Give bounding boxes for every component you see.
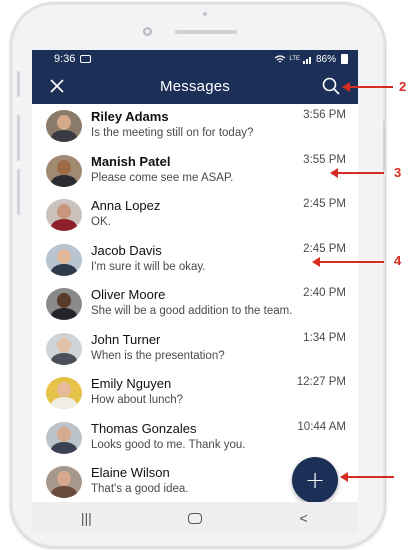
annotation-number: 3 xyxy=(394,165,402,180)
message-preview: Please come see me ASAP. xyxy=(91,171,234,184)
volume-down-button xyxy=(17,115,20,161)
earpiece-speaker xyxy=(175,30,237,34)
page-title: Messages xyxy=(160,77,230,95)
message-preview: How about lunch? xyxy=(91,394,184,406)
annotation-arrow xyxy=(340,472,394,482)
conversation-item[interactable]: Manish Patel 3:55 PM Please come see me … xyxy=(32,149,358,194)
contact-name: Anna Lopez xyxy=(91,198,161,213)
battery-percent: 86% xyxy=(315,53,336,65)
power-button xyxy=(383,121,386,171)
back-icon: < xyxy=(299,510,308,526)
volume-up-button xyxy=(17,71,20,97)
message-time: 12:27 PM xyxy=(296,376,346,388)
message-time: 3:56 PM xyxy=(303,109,346,121)
back-button[interactable]: < xyxy=(284,506,324,530)
annotation-arrow xyxy=(330,168,384,178)
message-preview: That's a good idea. xyxy=(91,483,189,495)
contact-name: John Turner xyxy=(91,331,161,347)
signal-icon xyxy=(302,56,311,64)
avatar xyxy=(46,110,82,142)
recents-icon: ||| xyxy=(80,510,92,526)
avatar xyxy=(46,199,82,231)
battery-icon xyxy=(341,54,348,64)
message-preview: She will be a good addition to the team. xyxy=(91,305,293,317)
message-time: 10:44 AM xyxy=(297,420,346,433)
app-bar: Messages xyxy=(32,68,358,104)
status-indicators: LTE 86% xyxy=(274,54,348,65)
contact-name: Riley Adams xyxy=(91,109,169,124)
status-time: 9:36 xyxy=(54,53,76,65)
screen: 9:36 LTE 86% Messages Riley Adams 3:56 P… xyxy=(32,50,358,534)
conversation-item[interactable]: Anna Lopez 2:45 PM OK. xyxy=(32,193,358,238)
conversation-item[interactable]: Emily Nguyen 12:27 PM How about lunch? xyxy=(32,371,358,416)
contact-name: Oliver Moore xyxy=(91,287,166,302)
avatar xyxy=(46,243,82,276)
annotation-arrow xyxy=(342,82,393,92)
search-icon xyxy=(322,77,340,95)
message-preview: Looks good to me. Thank you. xyxy=(91,438,246,451)
conversation-item[interactable]: Riley Adams 3:56 PM Is the meeting still… xyxy=(32,104,358,149)
avatar xyxy=(46,154,82,187)
conversation-item[interactable]: Jacob Davis 2:45 PM I'm sure it will be … xyxy=(32,238,358,283)
contact-name: Manish Patel xyxy=(91,153,171,169)
message-time: 2:40 PM xyxy=(303,287,346,299)
close-icon xyxy=(50,79,64,93)
avatar xyxy=(46,466,82,498)
message-preview: Is the meeting still on for today? xyxy=(91,127,254,139)
conversation-list: Riley Adams 3:56 PM Is the meeting still… xyxy=(32,104,358,505)
message-time: 3:55 PM xyxy=(303,153,346,166)
contact-name: Elaine Wilson xyxy=(91,465,170,480)
new-message-button[interactable]: + xyxy=(292,457,338,503)
conversation-item[interactable]: John Turner 1:34 PM When is the presenta… xyxy=(32,327,358,372)
side-button xyxy=(17,169,20,215)
avatar xyxy=(46,332,82,365)
message-preview: OK. xyxy=(91,216,111,228)
annotation-number: 2 xyxy=(399,79,407,94)
contact-name: Thomas Gonzales xyxy=(91,420,197,436)
avatar xyxy=(46,377,82,409)
conversation-item[interactable]: Oliver Moore 2:40 PM She will be a good … xyxy=(32,282,358,327)
home-icon xyxy=(187,512,202,524)
message-time: 2:45 PM xyxy=(303,242,346,255)
recents-button[interactable]: ||| xyxy=(66,506,106,530)
message-preview: When is the presentation? xyxy=(91,349,225,362)
network-label: LTE xyxy=(289,56,300,62)
avatar xyxy=(46,421,82,454)
annotation-arrow xyxy=(312,257,384,267)
system-nav-bar: ||| < xyxy=(32,502,358,534)
conversation-item[interactable]: Thomas Gonzales 10:44 AM Looks good to m… xyxy=(32,416,358,461)
avatar xyxy=(46,288,82,320)
message-notification-icon xyxy=(80,55,92,63)
contact-name: Emily Nguyen xyxy=(91,376,172,391)
plus-icon: + xyxy=(304,466,326,494)
wifi-icon xyxy=(275,54,286,62)
front-camera xyxy=(143,27,152,36)
close-button[interactable] xyxy=(48,77,66,95)
message-preview: I'm sure it will be okay. xyxy=(91,260,206,273)
contact-name: Jacob Davis xyxy=(91,242,162,258)
message-time: 1:34 PM xyxy=(303,331,346,344)
search-button[interactable] xyxy=(321,76,341,96)
home-button[interactable] xyxy=(175,506,215,530)
annotation-number: 4 xyxy=(394,253,402,268)
proximity-sensor xyxy=(203,12,207,16)
status-bar: 9:36 LTE 86% xyxy=(32,50,358,68)
message-time: 2:45 PM xyxy=(303,198,346,210)
